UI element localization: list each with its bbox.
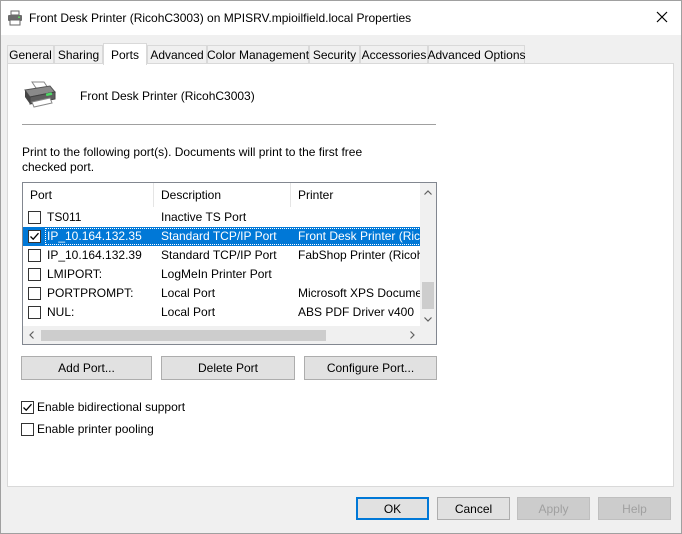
table-row[interactable]: LMIPORT: LogMeIn Printer Port: [23, 265, 420, 284]
table-row[interactable]: PORTPROMPT: Local Port Microsoft XPS Doc…: [23, 284, 420, 303]
chevron-down-icon: [424, 311, 432, 325]
pooling-option[interactable]: Enable printer pooling: [21, 421, 154, 437]
add-port-button[interactable]: Add Port...: [21, 356, 152, 380]
table-row[interactable]: TS011 Inactive TS Port: [23, 208, 420, 227]
bidirectional-option[interactable]: Enable bidirectional support: [21, 399, 185, 415]
tab-color-management[interactable]: Color Management: [207, 45, 309, 64]
printer-name: Front Desk Printer (RicohC3003): [80, 89, 255, 103]
ports-instructions: Print to the following port(s). Document…: [22, 145, 363, 174]
scroll-right-button[interactable]: [404, 326, 420, 344]
port-printer: FabShop Printer (Ricoh: [298, 248, 420, 262]
port-name: PORTPROMPT:: [47, 286, 134, 300]
port-checkbox[interactable]: [28, 211, 41, 224]
ports-list[interactable]: Port Description Printer TS011 Inactive …: [22, 182, 437, 345]
column-header-port[interactable]: Port: [23, 183, 154, 207]
tab-sharing[interactable]: Sharing: [54, 45, 103, 64]
divider: [22, 124, 436, 125]
chevron-right-icon: [409, 328, 415, 342]
port-checkbox[interactable]: [28, 268, 41, 281]
bidirectional-checkbox[interactable]: [21, 400, 34, 414]
port-checkbox[interactable]: [28, 287, 41, 300]
tab-security[interactable]: Security: [309, 45, 360, 64]
tab-advanced[interactable]: Advanced: [147, 45, 207, 64]
port-description: Standard TCP/IP Port: [161, 229, 277, 243]
scroll-up-button[interactable]: [420, 183, 436, 199]
tab-general[interactable]: General: [7, 45, 54, 64]
port-name: IP_10.164.132.35: [47, 229, 142, 243]
pooling-checkbox[interactable]: [21, 422, 34, 436]
port-checkbox[interactable]: [28, 306, 41, 319]
ok-button[interactable]: OK: [356, 497, 429, 520]
column-header-printer[interactable]: Printer: [291, 183, 420, 207]
vertical-scrollbar[interactable]: [420, 183, 436, 326]
scrollbar-corner: [420, 326, 436, 344]
table-row[interactable]: IP_10.164.132.39 Standard TCP/IP Port Fa…: [23, 246, 420, 265]
chevron-left-icon: [28, 328, 34, 342]
port-checkbox[interactable]: [28, 249, 41, 262]
properties-dialog: Front Desk Printer (RicohC3003) on MPISR…: [0, 0, 682, 534]
port-name: LMIPORT:: [47, 267, 103, 281]
scroll-left-button[interactable]: [23, 326, 39, 344]
port-description: Local Port: [161, 286, 216, 300]
apply-button[interactable]: Apply: [517, 497, 590, 520]
chevron-up-icon: [424, 184, 432, 198]
horizontal-scroll-thumb[interactable]: [41, 330, 326, 341]
port-description: Local Port: [161, 305, 216, 319]
port-checkbox[interactable]: [28, 230, 41, 243]
table-row[interactable]: NUL: Local Port ABS PDF Driver v400: [23, 303, 420, 322]
port-printer: ABS PDF Driver v400: [298, 305, 415, 319]
ports-list-header: Port Description Printer: [23, 183, 420, 207]
tab-ports[interactable]: Ports: [103, 43, 147, 65]
scroll-down-button[interactable]: [420, 310, 436, 326]
cancel-button[interactable]: Cancel: [437, 497, 510, 520]
close-button[interactable]: [645, 4, 679, 32]
vertical-scroll-thumb[interactable]: [422, 282, 434, 309]
port-printer: Front Desk Printer (Rico: [298, 229, 420, 243]
ports-tab-panel: Front Desk Printer (RicohC3003) Print to…: [7, 63, 674, 487]
port-name: NUL:: [47, 305, 75, 319]
pooling-label[interactable]: Enable printer pooling: [37, 422, 154, 436]
port-description: Inactive TS Port: [161, 210, 247, 224]
tab-advanced-options[interactable]: Advanced Options: [427, 45, 526, 64]
table-row[interactable]: IP_10.164.132.35 Standard TCP/IP Port Fr…: [23, 227, 421, 246]
port-printer: Microsoft XPS Docume: [298, 286, 420, 300]
bidirectional-label[interactable]: Enable bidirectional support: [37, 400, 185, 414]
close-icon: [656, 11, 668, 26]
help-button[interactable]: Help: [598, 497, 671, 520]
column-header-description[interactable]: Description: [154, 183, 291, 207]
printer-icon: [7, 10, 23, 26]
title-bar[interactable]: Front Desk Printer (RicohC3003) on MPISR…: [1, 1, 681, 35]
delete-port-button[interactable]: Delete Port: [161, 356, 295, 380]
port-description: Standard TCP/IP Port: [161, 248, 277, 262]
tab-accessories[interactable]: Accessories: [360, 45, 428, 64]
port-name: IP_10.164.132.39: [47, 248, 142, 262]
horizontal-scrollbar[interactable]: [23, 326, 420, 344]
configure-port-button[interactable]: Configure Port...: [304, 356, 437, 380]
port-description: LogMeIn Printer Port: [161, 267, 272, 281]
printer-icon: [22, 80, 58, 110]
window-title: Front Desk Printer (RicohC3003) on MPISR…: [29, 11, 412, 25]
port-name: TS011: [47, 210, 82, 224]
